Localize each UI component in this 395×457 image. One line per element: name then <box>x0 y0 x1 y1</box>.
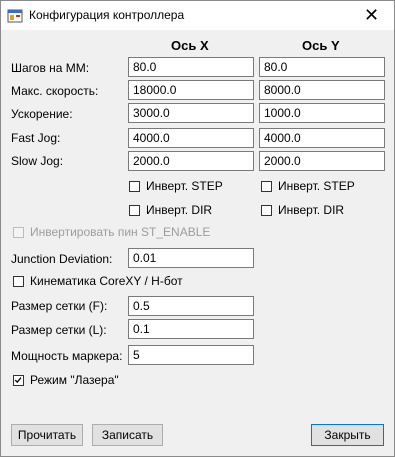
slow-jog-x-input[interactable]: 2000.0 <box>128 151 254 171</box>
invert-enable-checkbox: Инвертировать пин ST_ENABLE <box>13 225 210 239</box>
close-button[interactable]: Закрыть <box>311 424 384 446</box>
marker-power-label: Мощность маркера: <box>11 349 123 363</box>
checkbox-box[interactable] <box>129 204 140 216</box>
steps-per-mm-x-input[interactable]: 80.0 <box>128 57 254 77</box>
grid-size-f-label: Размер сетки (F): <box>11 299 108 313</box>
checkbox-label: Инвертировать пин ST_ENABLE <box>30 225 211 239</box>
acceleration-x-input[interactable]: 3000.0 <box>128 103 254 123</box>
slow-jog-y-input[interactable]: 2000.0 <box>259 151 385 171</box>
checkbox-box <box>13 226 24 238</box>
checkbox-label: Инверт. DIR <box>146 203 213 217</box>
write-button[interactable]: Записать <box>92 424 163 446</box>
checkbox-box[interactable] <box>129 180 140 192</box>
grid-size-f-input[interactable]: 0.5 <box>128 296 254 316</box>
steps-per-mm-y-input[interactable]: 80.0 <box>259 57 385 77</box>
grid-size-l-label: Размер сетки (L): <box>11 323 107 337</box>
laser-mode-checkbox[interactable]: Режим "Лазера" <box>13 373 119 387</box>
junction-deviation-label: Junction Deviation: <box>11 252 113 266</box>
steps-per-mm-label: Шагов на ММ: <box>11 61 90 75</box>
slow-jog-label: Slow Jog: <box>11 154 64 168</box>
corexy-checkbox[interactable]: Кинематика CoreXY / H-бот <box>13 274 183 288</box>
checkbox-label: Режим "Лазера" <box>30 373 119 387</box>
fast-jog-x-input[interactable]: 4000.0 <box>128 128 254 148</box>
fast-jog-y-input[interactable]: 4000.0 <box>259 128 385 148</box>
marker-power-input[interactable]: 5 <box>128 345 254 365</box>
junction-deviation-input[interactable]: 0.01 <box>128 248 254 268</box>
title-bar: Конфигурация контроллера ✕ <box>1 1 394 30</box>
window-title: Конфигурация контроллера <box>29 8 185 22</box>
acceleration-y-input[interactable]: 1000.0 <box>259 103 385 123</box>
max-speed-y-input[interactable]: 8000.0 <box>259 80 385 100</box>
invert-step-x-checkbox[interactable]: Инверт. STEP <box>129 179 223 193</box>
max-speed-label: Макс. скорость: <box>11 84 99 98</box>
close-window-icon[interactable]: ✕ <box>349 1 394 30</box>
checkmark-icon <box>14 376 22 383</box>
checkbox-label: Инверт. DIR <box>278 203 345 217</box>
axis-y-header: Ось Y <box>302 38 340 53</box>
grid-size-l-input[interactable]: 0.1 <box>128 319 254 339</box>
fast-jog-label: Fast Jog: <box>11 131 61 145</box>
checkbox-box[interactable] <box>261 204 272 216</box>
checkbox-label: Кинематика CoreXY / H-бот <box>30 274 183 288</box>
invert-step-y-checkbox[interactable]: Инверт. STEP <box>261 179 355 193</box>
config-window: Конфигурация контроллера ✕ Ось X Ось Y Ш… <box>0 0 395 457</box>
checkbox-box[interactable] <box>13 275 24 287</box>
invert-dir-x-checkbox[interactable]: Инверт. DIR <box>129 203 212 217</box>
read-button[interactable]: Прочитать <box>11 424 83 446</box>
checkbox-box[interactable] <box>13 374 24 386</box>
max-speed-x-input[interactable]: 18000.0 <box>128 80 254 100</box>
checkbox-label: Инверт. STEP <box>146 179 223 193</box>
invert-dir-y-checkbox[interactable]: Инверт. DIR <box>261 203 344 217</box>
axis-x-header: Ось X <box>171 38 209 53</box>
app-icon <box>7 9 23 23</box>
acceleration-label: Ускорение: <box>11 107 73 121</box>
checkbox-box[interactable] <box>261 180 272 192</box>
checkbox-label: Инверт. STEP <box>278 179 355 193</box>
